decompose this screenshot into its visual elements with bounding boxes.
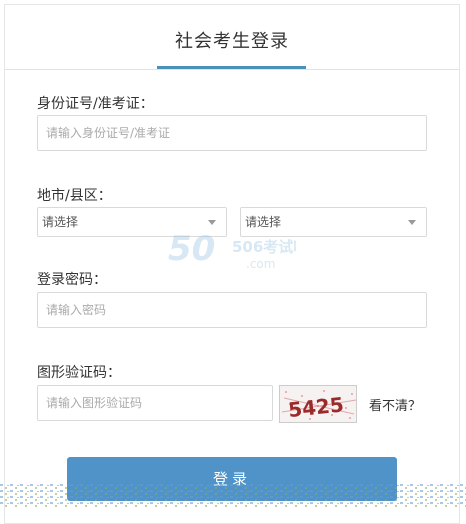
title-underline <box>157 66 306 69</box>
noise-band <box>0 484 466 508</box>
region-label: 地市/县区： <box>37 188 112 204</box>
refresh-captcha-link[interactable]: 看不清？ <box>369 395 421 414</box>
chevron-down-icon <box>408 220 416 225</box>
svg-text:50: 50 <box>168 229 215 269</box>
watermark-subtext: .com <box>246 257 275 271</box>
password-input[interactable]: 请输入密码 <box>37 292 427 328</box>
login-header: 社会考生登录 <box>5 5 459 70</box>
captcha-noise: 5425 <box>281 390 356 422</box>
captcha-label: 图形验证码： <box>37 365 121 381</box>
id-number-placeholder: 请输入身份证号/准考证 <box>46 126 171 140</box>
captcha-text: 5425 <box>287 392 345 422</box>
password-placeholder: 请输入密码 <box>46 303 107 317</box>
captcha-placeholder: 请输入图形验证码 <box>46 396 143 410</box>
watermark-text: 506考试吧 <box>232 238 296 256</box>
id-number-input[interactable]: 请输入身份证号/准考证 <box>37 115 427 151</box>
id-label: 身份证号/准考证： <box>37 96 154 112</box>
password-label: 登录密码： <box>37 272 107 288</box>
captcha-input[interactable]: 请输入图形验证码 <box>37 385 273 421</box>
city-select-value: 请选择 <box>42 215 79 229</box>
page-title: 社会考生登录 <box>175 31 289 52</box>
captcha-image[interactable]: 5425 <box>279 385 357 423</box>
watermark-logo: 50 506考试吧 .com <box>166 224 308 274</box>
